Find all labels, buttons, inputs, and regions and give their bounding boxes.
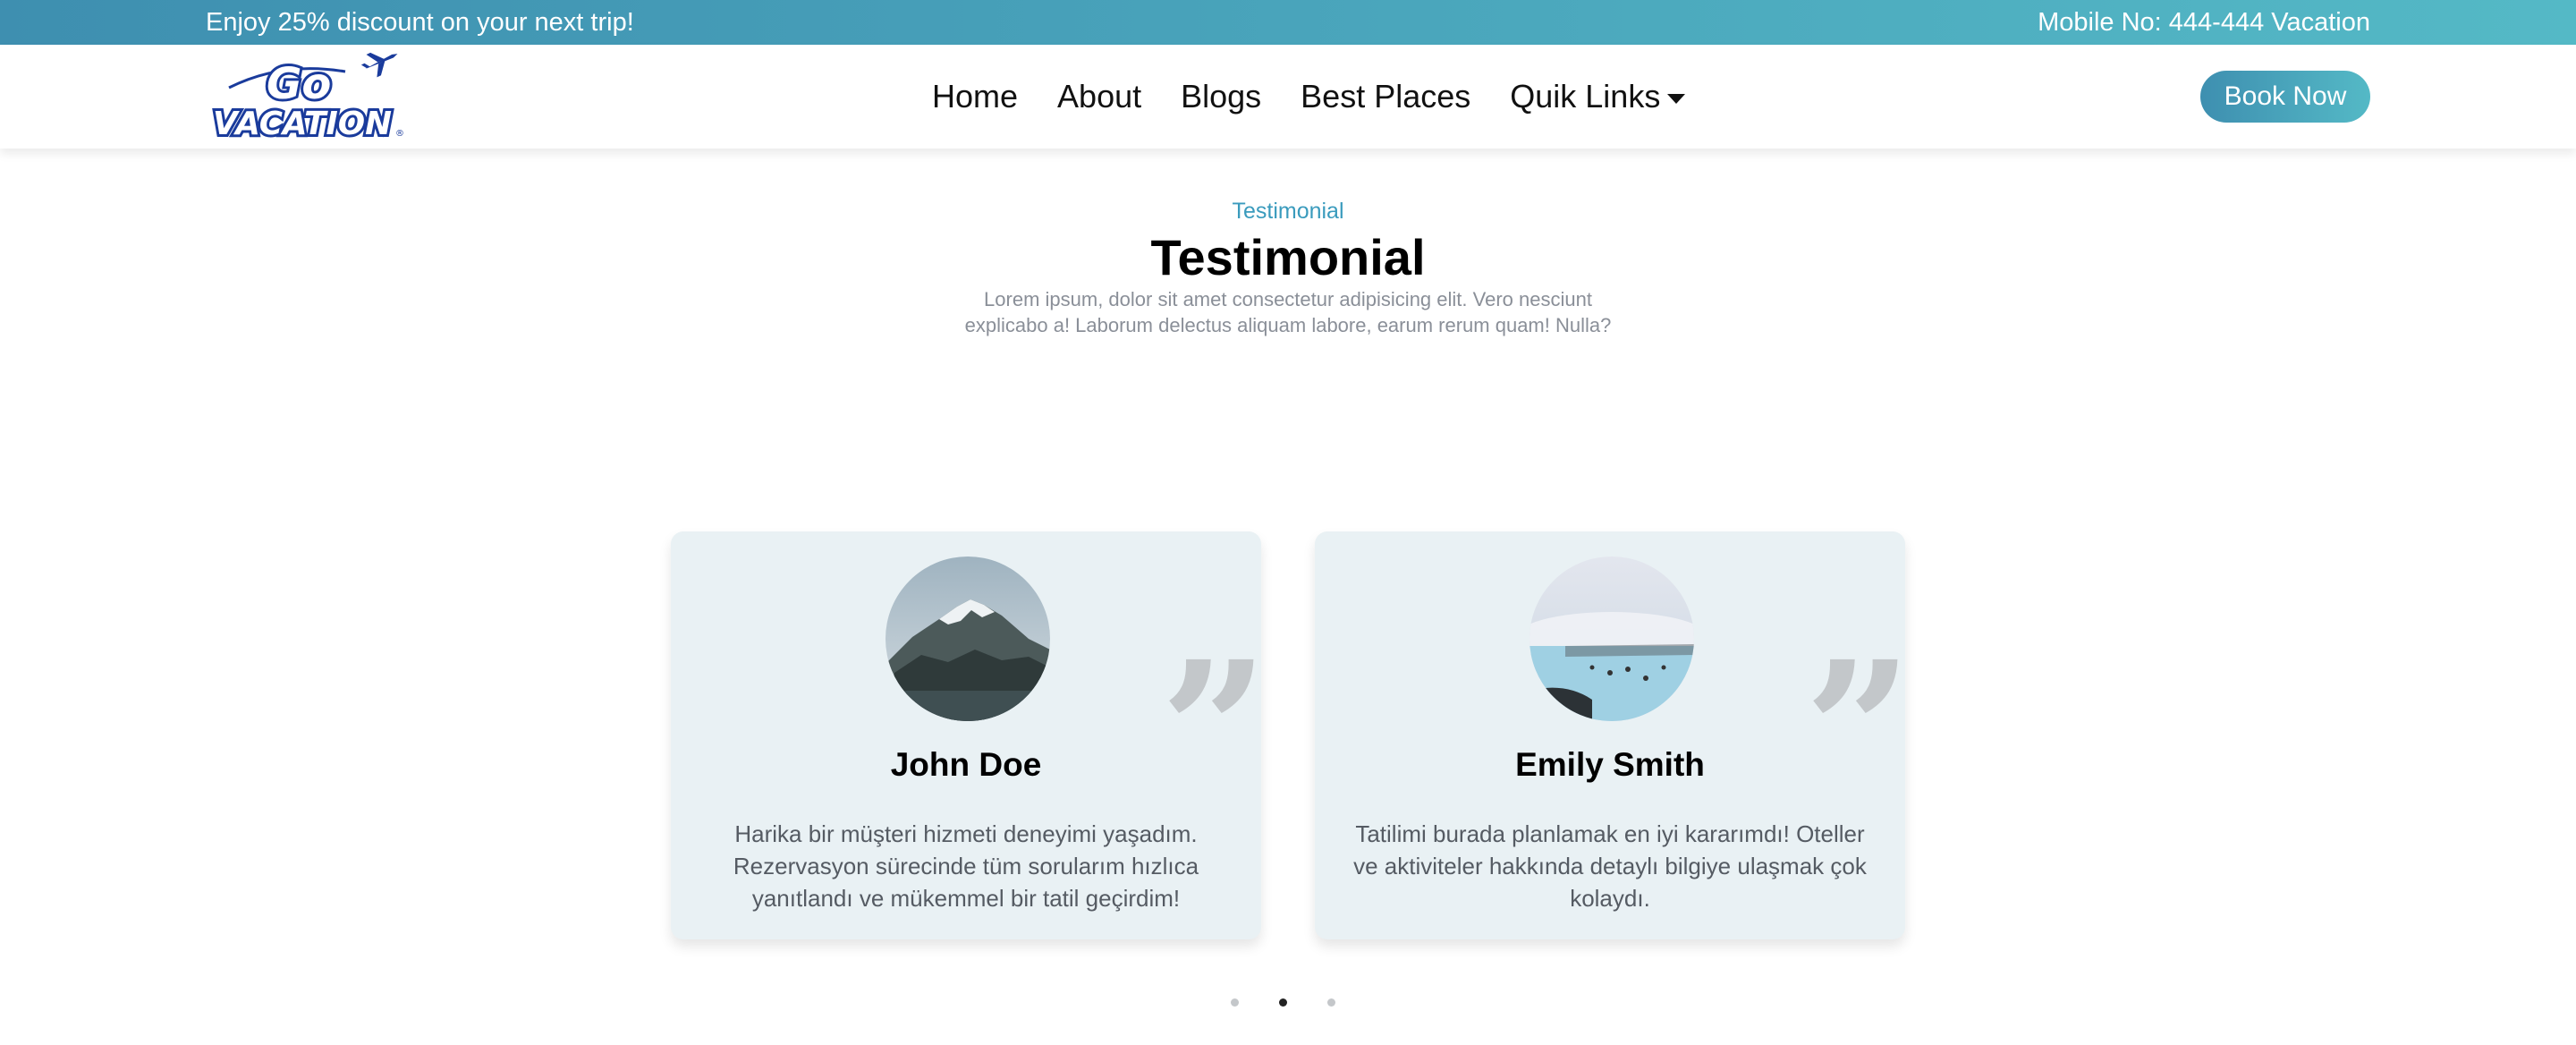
nav-quik-links-dropdown[interactable]: Quik Links <box>1510 77 1686 116</box>
carousel-dots <box>1231 998 1335 1007</box>
carousel-dot-2[interactable] <box>1279 998 1287 1007</box>
snowy-mountain-photo-icon <box>886 556 1050 721</box>
main-navbar: Go VACATION ® Home About Blogs Best Plac… <box>0 45 2576 149</box>
go-vacation-logo[interactable]: Go VACATION ® <box>210 52 408 145</box>
caret-down-icon <box>1667 93 1686 104</box>
logo-graphic: Go VACATION ® <box>210 52 404 145</box>
section-description: Lorem ipsum, dolor sit amet consectetur … <box>964 288 1612 336</box>
quote-icon: ” <box>1160 620 1268 841</box>
phone-number: Mobile No: 444-444 Vacation <box>2038 8 2370 37</box>
nav-links: Home About Blogs Best Places Quik Links <box>932 77 1686 116</box>
testimonial-text: Harika bir müşteri hizmeti deneyimi yaşa… <box>733 820 1199 912</box>
carousel-dot-1[interactable] <box>1231 998 1239 1007</box>
testimonial-name: Emily Smith <box>1515 746 1705 783</box>
logo-registered-mark: ® <box>395 129 404 139</box>
nav-home[interactable]: Home <box>932 77 1018 116</box>
avatar <box>886 556 1050 721</box>
promo-bar: Enjoy 25% discount on your next trip! Mo… <box>0 0 2576 45</box>
quote-icon: ” <box>1804 620 1912 841</box>
promo-text: Enjoy 25% discount on your next trip! <box>206 8 634 37</box>
avatar <box>1530 556 1694 721</box>
logo-go-text: Go <box>267 59 331 109</box>
hot-spring-lagoon-photo-icon <box>1530 556 1694 721</box>
carousel-dot-3[interactable] <box>1327 998 1335 1007</box>
nav-blogs[interactable]: Blogs <box>1181 77 1261 116</box>
testimonial-card: ” John Doe Harika bir müşteri hizmeti de… <box>671 531 1268 939</box>
testimonial-card: ” Emily Smith Tatilimi burada planlamak … <box>1315 531 1912 939</box>
airplane-icon <box>360 52 398 78</box>
testimonial-text: Tatilimi burada planlamak en iyi kararım… <box>1353 820 1867 912</box>
section-kicker: Testimonial <box>1232 199 1344 224</box>
logo-vacation-text: VACATION <box>213 106 392 141</box>
nav-best-places[interactable]: Best Places <box>1301 77 1470 116</box>
nav-quik-links-label: Quik Links <box>1510 78 1661 115</box>
testimonial-name: John Doe <box>890 746 1042 783</box>
section-title: Testimonial <box>1150 229 1426 285</box>
nav-about[interactable]: About <box>1057 77 1141 116</box>
book-now-button[interactable]: Book Now <box>2200 71 2370 123</box>
